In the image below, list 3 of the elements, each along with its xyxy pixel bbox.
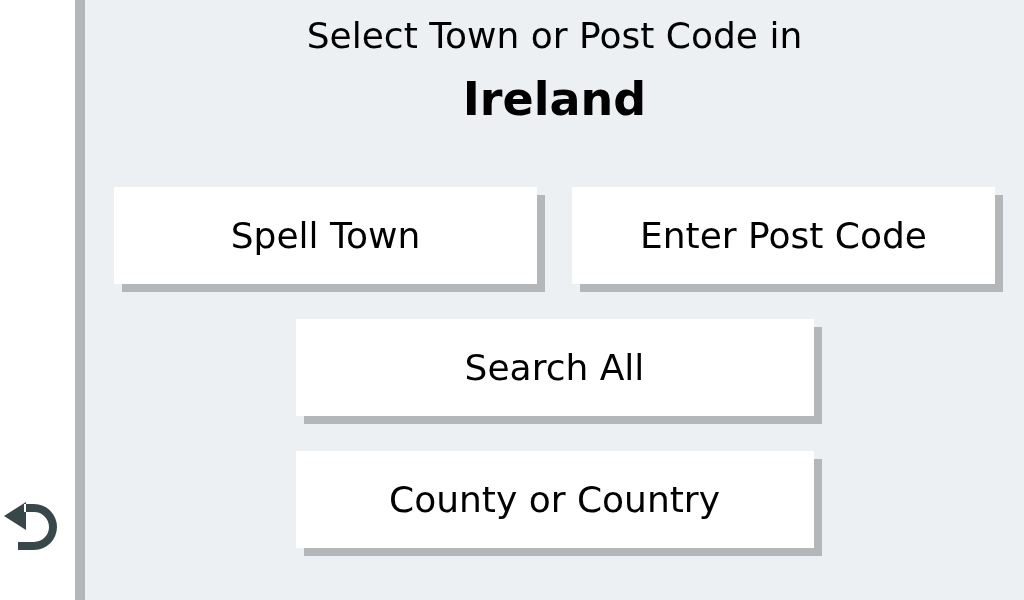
- screen-title: Select Town or Post Code in: [306, 14, 803, 58]
- country-name: Ireland: [462, 71, 647, 127]
- back-icon[interactable]: [3, 502, 58, 552]
